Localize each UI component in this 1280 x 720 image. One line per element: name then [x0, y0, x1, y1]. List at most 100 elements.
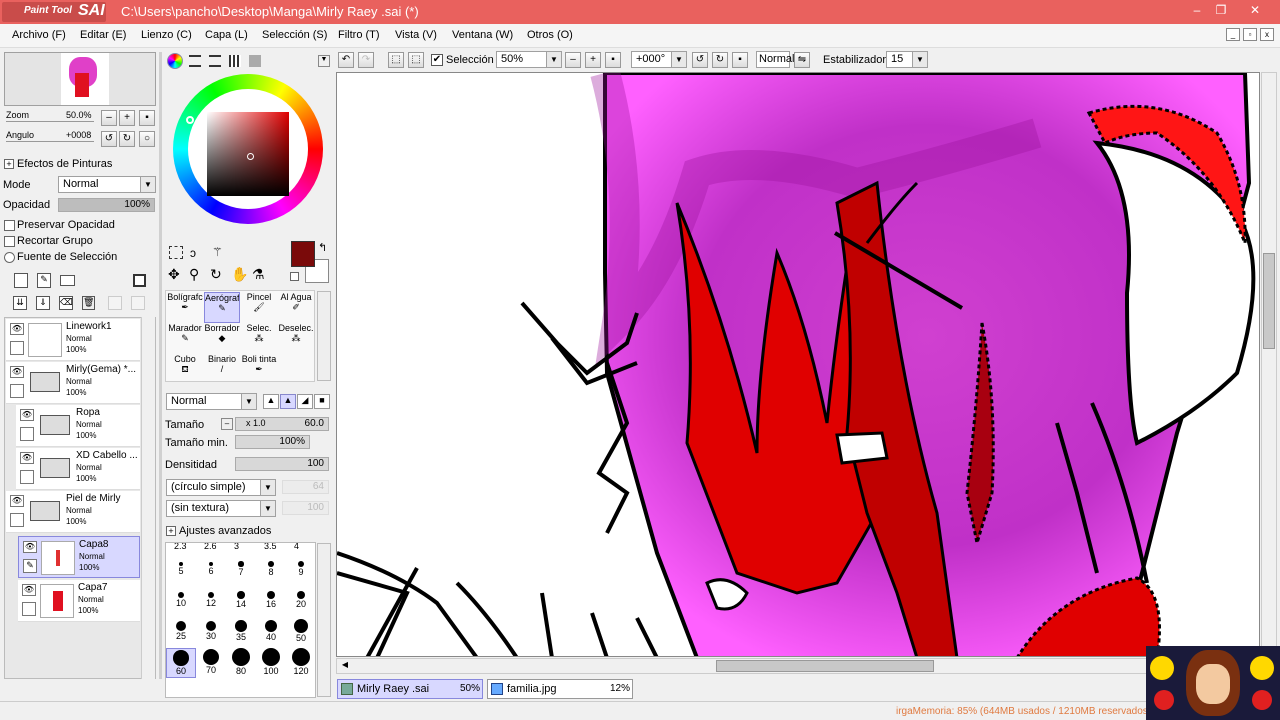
brush-size-option[interactable]: 8 [256, 555, 286, 585]
brush-size-option[interactable]: 12 [196, 586, 226, 616]
clip-group-checkbox[interactable] [4, 236, 15, 247]
rotate-right-button[interactable]: ↻ [119, 131, 135, 147]
new-layer-icon[interactable] [14, 273, 28, 288]
selection-checkbox[interactable]: ✔ [431, 54, 443, 66]
layers-scrollbar[interactable] [141, 317, 155, 679]
brush-size-option[interactable]: 5 [166, 555, 196, 585]
maximize-button[interactable]: ❐ [1206, 0, 1236, 22]
layer-row[interactable]: 👁 Capa7 Normal 100% [18, 580, 140, 622]
menu-ventana[interactable]: Ventana (W) [452, 29, 513, 41]
flip-horizontal-button[interactable]: ⇋ [794, 52, 810, 68]
brush-size-selected[interactable]: 60 [166, 648, 196, 678]
brush-shape-select[interactable]: (círculo simple) ▼ [166, 479, 276, 496]
lock-toggle[interactable] [20, 427, 34, 441]
color-picker-marker[interactable] [247, 153, 254, 160]
redo-button[interactable]: ↷ [358, 52, 374, 68]
mdi-restore-button[interactable]: ▫ [1243, 28, 1257, 41]
menu-filtro[interactable]: Filtro (T) [338, 29, 380, 41]
canvas-zoom-in-button[interactable]: + [585, 52, 601, 68]
scroll-left-arrow-icon[interactable]: ◀ [339, 660, 351, 672]
lock-toggle[interactable] [22, 602, 36, 616]
canvas-horizontal-scrollbar[interactable]: ◀ [336, 658, 1260, 674]
layer-row[interactable]: 👁 XD Cabello ... Normal 100% [16, 448, 140, 490]
color-wheel-tab-icon[interactable] [167, 53, 183, 69]
tool-binary-pen[interactable]: Binario / [204, 354, 240, 385]
menu-archivo[interactable]: Archivo (F) [12, 29, 66, 41]
lasso-icon[interactable]: ↄ [190, 246, 205, 260]
navigator-preview[interactable] [4, 52, 156, 106]
doc-tab-active[interactable]: Mirly Raey .sai 50% [337, 679, 483, 699]
effects-expand-icon[interactable]: + [4, 159, 14, 169]
clear-layer-icon[interactable]: ⌫ [59, 296, 73, 310]
tool-ink-pen[interactable]: Boli tinta ✒ [241, 354, 277, 385]
scratchpad-tab-icon[interactable] [249, 55, 261, 67]
brush-size-option[interactable]: 35 [226, 617, 256, 647]
brush-edge-hard-icon[interactable]: ▲ [263, 394, 279, 409]
tool-select-pen[interactable]: Selec. ⁂ [241, 323, 277, 354]
lock-toggle[interactable] [10, 513, 24, 527]
rotate-tool-icon[interactable]: ↻ [210, 266, 226, 282]
brush-edge-square-icon[interactable]: ■ [314, 394, 330, 409]
zoom-reset-button[interactable]: ▪ [139, 110, 155, 126]
eye-icon[interactable]: 👁 [23, 541, 37, 553]
size-slider[interactable]: x 1.0 60.0 [235, 417, 329, 431]
tool-marker[interactable]: Marador ✎ [167, 323, 203, 354]
eyedropper-icon[interactable]: ⚗ [252, 266, 268, 282]
trash-icon[interactable]: 🗑 [82, 296, 95, 310]
zoom-in-button[interactable]: + [119, 110, 135, 126]
new-folder-icon[interactable] [60, 275, 75, 286]
swap-colors-icon[interactable]: ↰ [318, 241, 327, 254]
transparent-color-icon[interactable] [290, 272, 299, 281]
canvas[interactable] [336, 72, 1260, 657]
mdi-minimize-button[interactable]: _ [1226, 28, 1240, 41]
brush-size-option[interactable]: 50 [286, 617, 315, 647]
menu-editar[interactable]: Editar (E) [80, 29, 126, 41]
brush-size-option[interactable]: 120 [286, 648, 315, 678]
brush-size-option[interactable]: 16 [256, 586, 286, 616]
canvas-rotate-left-button[interactable]: ↺ [692, 52, 708, 68]
brush-size-option[interactable]: 30 [196, 617, 226, 647]
layer-row[interactable]: 👁 Ropa Normal 100% [16, 405, 140, 447]
angle-slider[interactable] [6, 141, 94, 142]
tool-eraser[interactable]: Borrador ◆ [204, 323, 240, 354]
tool-airbrush[interactable]: Aerógraf ✎ [204, 292, 240, 323]
brush-texture-select[interactable]: (sin textura) ▼ [166, 500, 276, 517]
hsv-sliders-tab-icon[interactable] [209, 55, 221, 67]
brush-size-scrollbar[interactable] [317, 543, 331, 697]
min-size-slider[interactable]: 100% [235, 435, 310, 449]
tool-brush[interactable]: Pincel 🖌 [241, 292, 277, 323]
doc-tab[interactable]: familia.jpg 12% [487, 679, 633, 699]
tool-watercolor[interactable]: Al Agua ✐ [278, 292, 314, 323]
layer-row[interactable]: 👁 Mirly(Gema) *... Normal 100% [6, 362, 140, 404]
tool-deselect-pen[interactable]: Deselec. ⁂ [278, 323, 314, 354]
primary-color-front[interactable] [291, 241, 315, 267]
hand-icon[interactable]: ✋ [231, 266, 248, 282]
canvas-vertical-scrollbar[interactable] [1261, 72, 1277, 657]
brush-blend-select[interactable]: Normal ▼ [166, 393, 257, 410]
brush-edge-medium-icon[interactable]: ◢ [297, 394, 313, 409]
brush-size-option[interactable]: 14 [226, 586, 256, 616]
eye-icon[interactable]: 👁 [10, 495, 24, 507]
brush-size-option[interactable]: 70 [196, 648, 226, 678]
swatches-tab-icon[interactable] [229, 55, 241, 67]
brush-size-option[interactable]: 100 [256, 648, 286, 678]
brush-size-option[interactable]: 25 [166, 617, 196, 647]
preserve-opacity-checkbox[interactable] [4, 220, 15, 231]
brush-size-option[interactable]: 40 [256, 617, 286, 647]
opacity-slider[interactable]: 100% [58, 198, 155, 212]
tool-bucket[interactable]: Cubo ⛾ [167, 354, 203, 385]
new-linework-layer-icon[interactable]: ✎ [37, 273, 51, 288]
canvas-rotate-right-button[interactable]: ↻ [712, 52, 728, 68]
canvas-zoom-reset-button[interactable]: ▪ [605, 52, 621, 68]
horizontal-scroll-thumb[interactable] [716, 660, 934, 672]
canvas-blend-select[interactable]: Normal [756, 51, 794, 68]
invert-selection-button[interactable]: ⬚ [408, 52, 424, 68]
deselect-button[interactable]: ⬚ [388, 52, 404, 68]
layer-mode-select[interactable]: Normal ▼ [58, 176, 156, 193]
eye-icon[interactable]: 👁 [20, 452, 34, 464]
merge-down-icon[interactable]: ⇓ [36, 296, 50, 310]
rotate-left-button[interactable]: ↺ [101, 131, 117, 147]
brush-size-option[interactable]: 7 [226, 555, 256, 585]
rgb-sliders-tab-icon[interactable] [189, 55, 201, 67]
magic-wand-icon[interactable]: ⚚ [212, 245, 226, 259]
